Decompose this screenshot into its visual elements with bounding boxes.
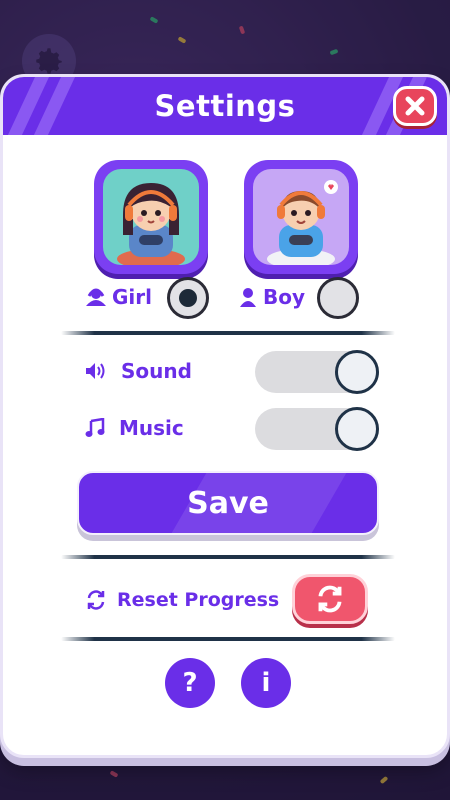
boy-option[interactable]: Boy [239, 277, 305, 317]
music-setting: Music [85, 408, 184, 448]
modal-header: Settings [3, 77, 447, 135]
save-label: Save [187, 485, 269, 521]
divider [61, 331, 395, 335]
sound-toggle-knob[interactable] [335, 350, 379, 394]
girl-character-icon [117, 183, 185, 265]
music-toggle-knob[interactable] [335, 407, 379, 451]
sound-label: Sound [121, 359, 192, 383]
girl-option[interactable]: Girl [86, 277, 152, 317]
sound-toggle[interactable] [255, 350, 379, 394]
refresh-icon [87, 590, 105, 610]
info-icon: i [261, 668, 271, 698]
info-button[interactable]: i [241, 658, 291, 708]
reset-progress-label: Reset Progress [117, 589, 280, 611]
avatar-boy-card[interactable] [244, 160, 358, 274]
refresh-icon [318, 585, 342, 613]
boy-label: Boy [263, 285, 306, 309]
speaker-icon [86, 363, 105, 379]
girl-icon [86, 288, 106, 306]
help-button[interactable]: ? [165, 658, 215, 708]
close-icon [405, 96, 425, 116]
modal-title: Settings [154, 89, 296, 123]
reset-progress-row: Reset Progress [85, 580, 279, 620]
boy-radio[interactable] [317, 277, 359, 319]
settings-modal: Settings Girl Boy Sound Music Save Reset… [0, 74, 450, 758]
divider [61, 637, 395, 641]
boy-icon [240, 288, 256, 307]
reset-progress-button[interactable] [292, 574, 368, 624]
girl-avatar-image [103, 169, 199, 265]
music-label: Music [119, 416, 184, 440]
girl-radio[interactable] [167, 277, 209, 319]
music-note-icon [85, 418, 105, 437]
boy-avatar-image [253, 169, 349, 265]
music-toggle[interactable] [255, 407, 379, 451]
close-button[interactable] [393, 86, 437, 126]
save-button[interactable]: Save [77, 471, 379, 535]
boy-character-icon [267, 180, 338, 265]
radio-selected-dot [179, 289, 197, 307]
avatar-girl-card[interactable] [94, 160, 208, 274]
girl-label: Girl [112, 285, 152, 309]
help-icon: ? [182, 668, 198, 698]
divider [61, 555, 395, 559]
sound-setting: Sound [85, 351, 192, 391]
